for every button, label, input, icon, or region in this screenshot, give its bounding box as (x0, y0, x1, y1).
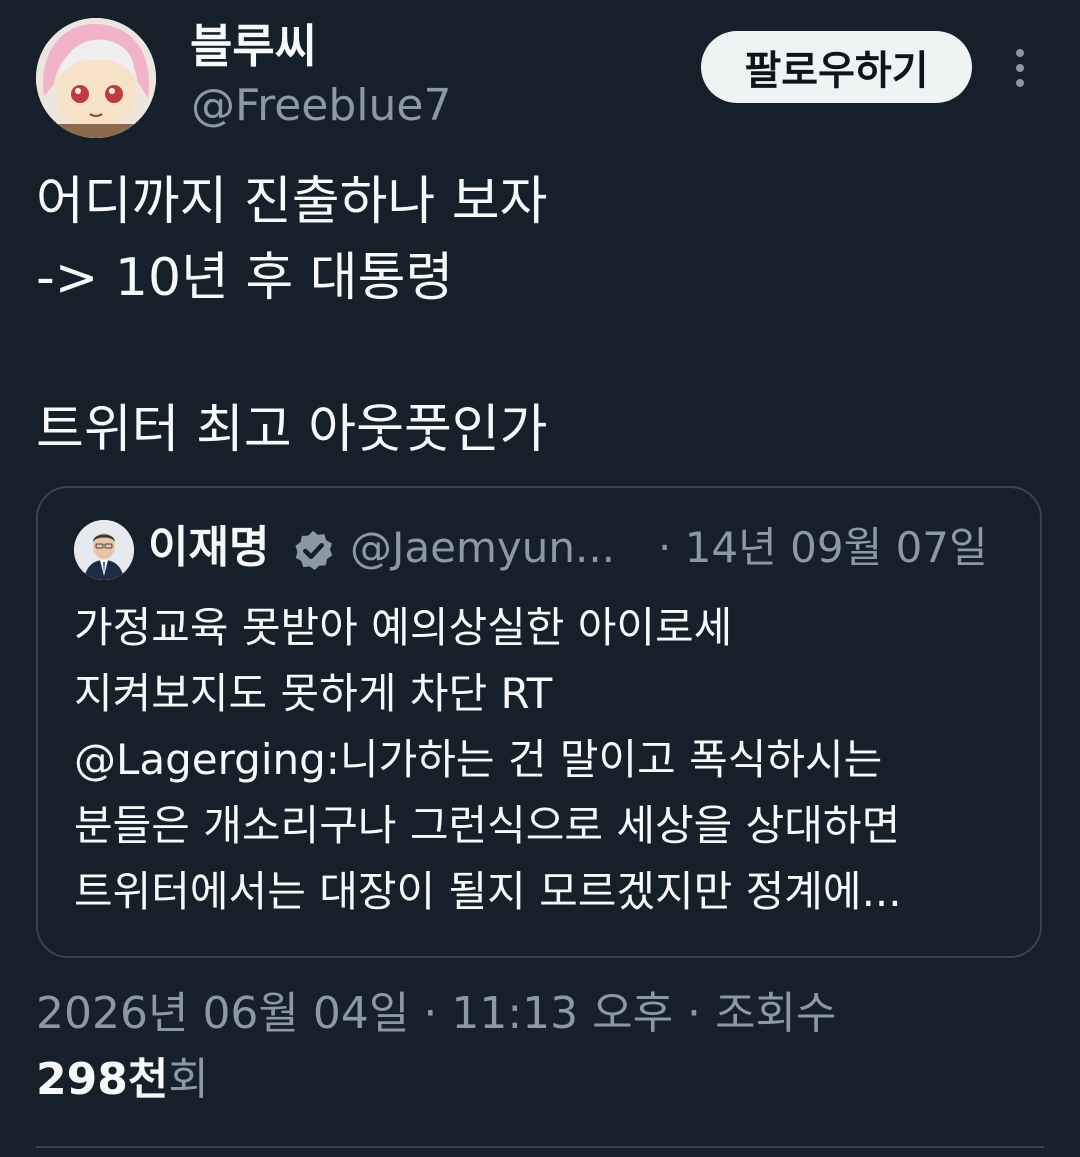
verified-badge-icon (295, 530, 333, 570)
more-dot (1016, 49, 1024, 57)
quoted-tweet-text-line: @Lagerging:니가하는 건 말이고 폭식하시는 (74, 735, 883, 784)
quoted-tweet-card[interactable]: 이재명 @Jaemyun... · 14년 09월 07일 가정교육 못받아 예… (36, 486, 1042, 958)
more-dot (1016, 79, 1024, 87)
divider (36, 1146, 1044, 1148)
author-display-name[interactable]: 블루씨 (190, 18, 317, 74)
quoted-author-handle[interactable]: @Jaemyun... (350, 518, 615, 578)
tweet-text-line: 어디까지 진출하나 보자 (36, 172, 548, 232)
tweet-text-line: 트위터 최고 아웃풋인가 (36, 400, 548, 460)
view-count-unit: 회 (168, 1054, 209, 1105)
view-count-number: 298천 (36, 1054, 169, 1105)
quoted-author-avatar[interactable] (74, 520, 134, 580)
more-dot (1016, 64, 1024, 72)
tweet-timestamp[interactable]: 2026년 06월 04일 · 11:13 오후 · 조회수 (36, 984, 836, 1044)
quoted-tweet-text-line: 지켜보지도 못하게 차단 RT (74, 669, 553, 718)
tweet-text-line: -> 10년 후 대통령 (36, 248, 454, 308)
quoted-tweet-text-line: 트위터에서는 대장이 될지 모르겠지만 정계에... (74, 867, 902, 916)
quoted-tweet-text-line: 분들은 개소리구나 그런식으로 세상을 상대하면 (74, 801, 901, 850)
view-count: 298천회 (36, 1050, 209, 1110)
quoted-tweet-date: · 14년 09월 07일 (658, 523, 988, 572)
more-vertical-icon[interactable] (1002, 44, 1038, 92)
author-avatar[interactable] (36, 18, 156, 138)
person-avatar-icon (74, 520, 134, 580)
anime-girl-avatar-icon (36, 18, 156, 138)
follow-button[interactable]: 팔로우하기 (701, 31, 972, 103)
quoted-author-display-name[interactable]: 이재명 (148, 518, 269, 578)
author-handle[interactable]: @Freeblue7 (191, 78, 451, 134)
quoted-tweet-text-line: 가정교육 못받아 예의상실한 아이로세 (74, 603, 733, 652)
